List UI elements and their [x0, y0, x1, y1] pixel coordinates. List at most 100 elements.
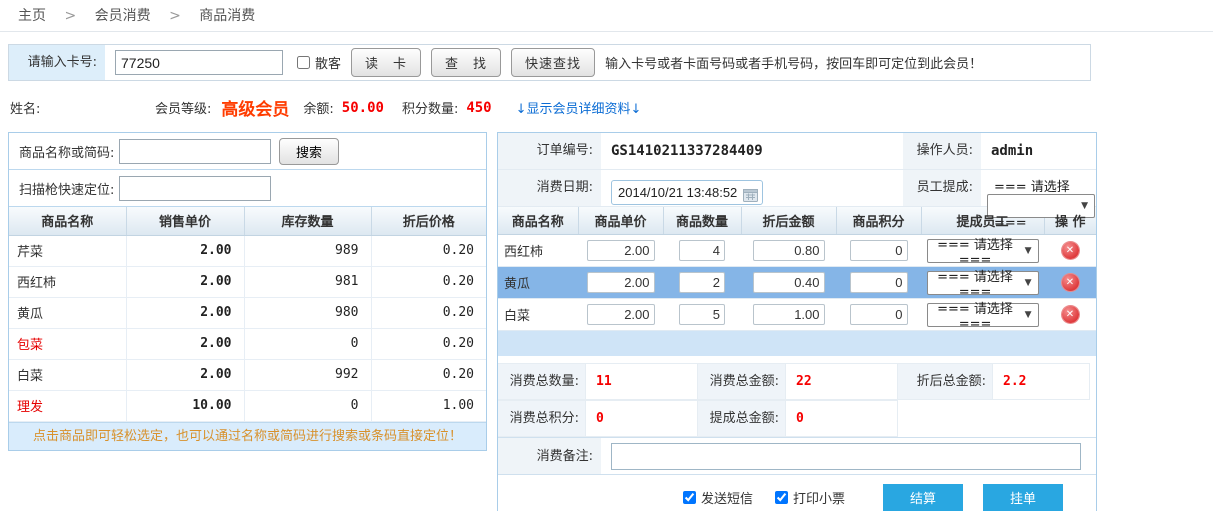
read-card-button[interactable]: 读 卡: [351, 48, 421, 77]
order-item-discount-input[interactable]: [753, 304, 825, 325]
order-item-staff-select[interactable]: === 请选择 ===▼: [927, 303, 1039, 327]
chevron-down-icon: ▼: [1025, 246, 1032, 256]
product-discount-price: 0.20: [371, 297, 486, 328]
order-no-value: GS1410211337284409: [603, 133, 903, 169]
product-name: 西红柿: [9, 266, 126, 297]
order-table-empty-strip: [498, 331, 1096, 356]
quick-find-button[interactable]: 快速查找: [511, 48, 595, 77]
hold-order-button[interactable]: 挂单: [983, 484, 1063, 511]
product-search-input[interactable]: [119, 139, 271, 164]
card-lookup-bar: 请输入卡号: 散客 读 卡 查 找 快速查找 输入卡号或者卡面号码或者手机号码，…: [8, 44, 1091, 81]
delete-item-icon[interactable]: ✕: [1062, 242, 1079, 259]
order-item-name: 白菜: [498, 298, 578, 330]
consume-date-input[interactable]: [611, 180, 763, 205]
send-sms-checkbox[interactable]: [683, 491, 696, 504]
barcode-scan-input[interactable]: [119, 176, 271, 201]
order-item-discount-input[interactable]: [753, 272, 825, 293]
delete-item-icon[interactable]: ✕: [1062, 306, 1079, 323]
breadcrumb-separator: >: [64, 8, 76, 24]
total-commission-label: 提成总金额:: [698, 400, 786, 437]
order-item-qty-input[interactable]: [679, 304, 725, 325]
order-item-staff-select[interactable]: === 请选择 ===▼: [927, 239, 1039, 263]
order-item-unit-price-input[interactable]: [587, 304, 655, 325]
order-item-points-input[interactable]: [850, 272, 908, 293]
guest-checkbox[interactable]: [297, 56, 310, 69]
order-no-label: 订单编号:: [498, 133, 603, 169]
total-points-label: 消费总积分:: [498, 400, 586, 437]
total-qty-label: 消费总数量:: [498, 363, 586, 400]
order-item-name: 黄瓜: [498, 266, 578, 298]
product-discount-price: 0.20: [371, 266, 486, 297]
total-points-value: 0: [586, 400, 698, 437]
member-level-value: 高级会员: [221, 95, 289, 120]
product-name: 白菜: [9, 359, 126, 390]
order-item-discount-input[interactable]: [753, 240, 825, 261]
breadcrumb-product-consume: 商品消费: [199, 8, 255, 24]
total-discount-label: 折后总金额:: [898, 363, 993, 400]
product-row[interactable]: 白菜2.009920.20: [9, 359, 486, 390]
order-item-name: 西红柿: [498, 234, 578, 266]
totals-section: 消费总数量: 11 消费总金额: 22 折后总金额: 2.2 消费总积分: 0 …: [498, 363, 1096, 437]
points-label: 积分数量:: [402, 98, 458, 117]
settle-button[interactable]: 结算: [883, 484, 963, 511]
product-table: 商品名称 销售单价 库存数量 折后价格 芹菜2.009890.20西红柿2.00…: [9, 207, 486, 422]
order-panel: 订单编号: GS1410211337284409 操作人员: admin 消费日…: [497, 132, 1097, 511]
print-ticket-checkbox[interactable]: [775, 491, 788, 504]
consume-date-label: 消费日期:: [498, 170, 603, 206]
product-name: 黄瓜: [9, 297, 126, 328]
order-item-qty-input[interactable]: [679, 272, 725, 293]
order-item-row[interactable]: 西红柿 === 请选择 ===▼ ✕: [498, 234, 1096, 266]
order-col-points: 商品积分: [836, 207, 921, 234]
card-number-input[interactable]: [115, 50, 283, 75]
order-items-table: 商品名称 商品单价 商品数量 折后金额 商品积分 提成员工 操 作 西红柿===…: [498, 207, 1096, 331]
product-col-price: 销售单价: [126, 207, 244, 235]
product-row[interactable]: 西红柿2.009810.20: [9, 266, 486, 297]
total-qty-value: 11: [586, 363, 698, 400]
order-item-qty-input[interactable]: [679, 240, 725, 261]
remark-label: 消费备注:: [498, 438, 603, 474]
order-item-unit-price-input[interactable]: [587, 272, 655, 293]
print-ticket-label: 打印小票: [793, 488, 845, 507]
balance-value: 50.00: [342, 100, 384, 116]
product-stock: 980: [244, 297, 371, 328]
product-price: 2.00: [126, 359, 244, 390]
remark-input[interactable]: [611, 443, 1081, 470]
show-member-detail-link[interactable]: ↓显示会员详细资料↓: [516, 98, 642, 117]
balance-label: 余额:: [303, 98, 333, 117]
product-name: 理发: [9, 390, 126, 421]
delete-item-icon[interactable]: ✕: [1062, 274, 1079, 291]
product-stock: 992: [244, 359, 371, 390]
member-name-label: 姓名:: [10, 98, 95, 117]
operator-label: 操作人员:: [903, 133, 983, 169]
product-discount-price: 0.20: [371, 359, 486, 390]
order-item-unit-price-input[interactable]: [587, 240, 655, 261]
product-search-button[interactable]: 搜索: [279, 138, 339, 165]
total-amount-value: 22: [786, 363, 898, 400]
points-value: 450: [466, 100, 491, 116]
member-info-bar: 姓名: 会员等级: 高级会员 余额: 50.00 积分数量: 450 ↓显示会员…: [10, 95, 1205, 120]
order-item-row[interactable]: 黄瓜 === 请选择 ===▼ ✕: [498, 266, 1096, 298]
product-price: 2.00: [126, 266, 244, 297]
product-stock: 989: [244, 235, 371, 266]
product-stock: 981: [244, 266, 371, 297]
order-item-points-input[interactable]: [850, 240, 908, 261]
product-search-label: 商品名称或简码:: [9, 142, 119, 161]
calendar-icon[interactable]: [743, 181, 758, 217]
breadcrumb-member-consume[interactable]: 会员消费: [95, 8, 151, 24]
breadcrumb-home[interactable]: 主页: [18, 8, 46, 24]
product-col-name: 商品名称: [9, 207, 126, 235]
product-name: 包菜: [9, 328, 126, 359]
card-lookup-hint: 输入卡号或者卡面号码或者手机号码，按回车即可定位到此会员！: [605, 53, 982, 72]
product-row[interactable]: 包菜2.0000.20: [9, 328, 486, 359]
order-item-row[interactable]: 白菜 === 请选择 ===▼ ✕: [498, 298, 1096, 330]
order-item-staff-select[interactable]: === 请选择 ===▼: [927, 271, 1039, 295]
product-row[interactable]: 芹菜2.009890.20: [9, 235, 486, 266]
breadcrumb: 主页 > 会员消费 > 商品消费: [0, 0, 1213, 32]
find-button[interactable]: 查 找: [431, 48, 501, 77]
total-commission-value: 0: [786, 400, 898, 437]
order-item-points-input[interactable]: [850, 304, 908, 325]
order-actions: 发送短信 打印小票 结算 挂单: [498, 475, 1096, 511]
product-row[interactable]: 理发10.0001.00: [9, 390, 486, 421]
product-price: 10.00: [126, 390, 244, 421]
product-row[interactable]: 黄瓜2.009800.20: [9, 297, 486, 328]
